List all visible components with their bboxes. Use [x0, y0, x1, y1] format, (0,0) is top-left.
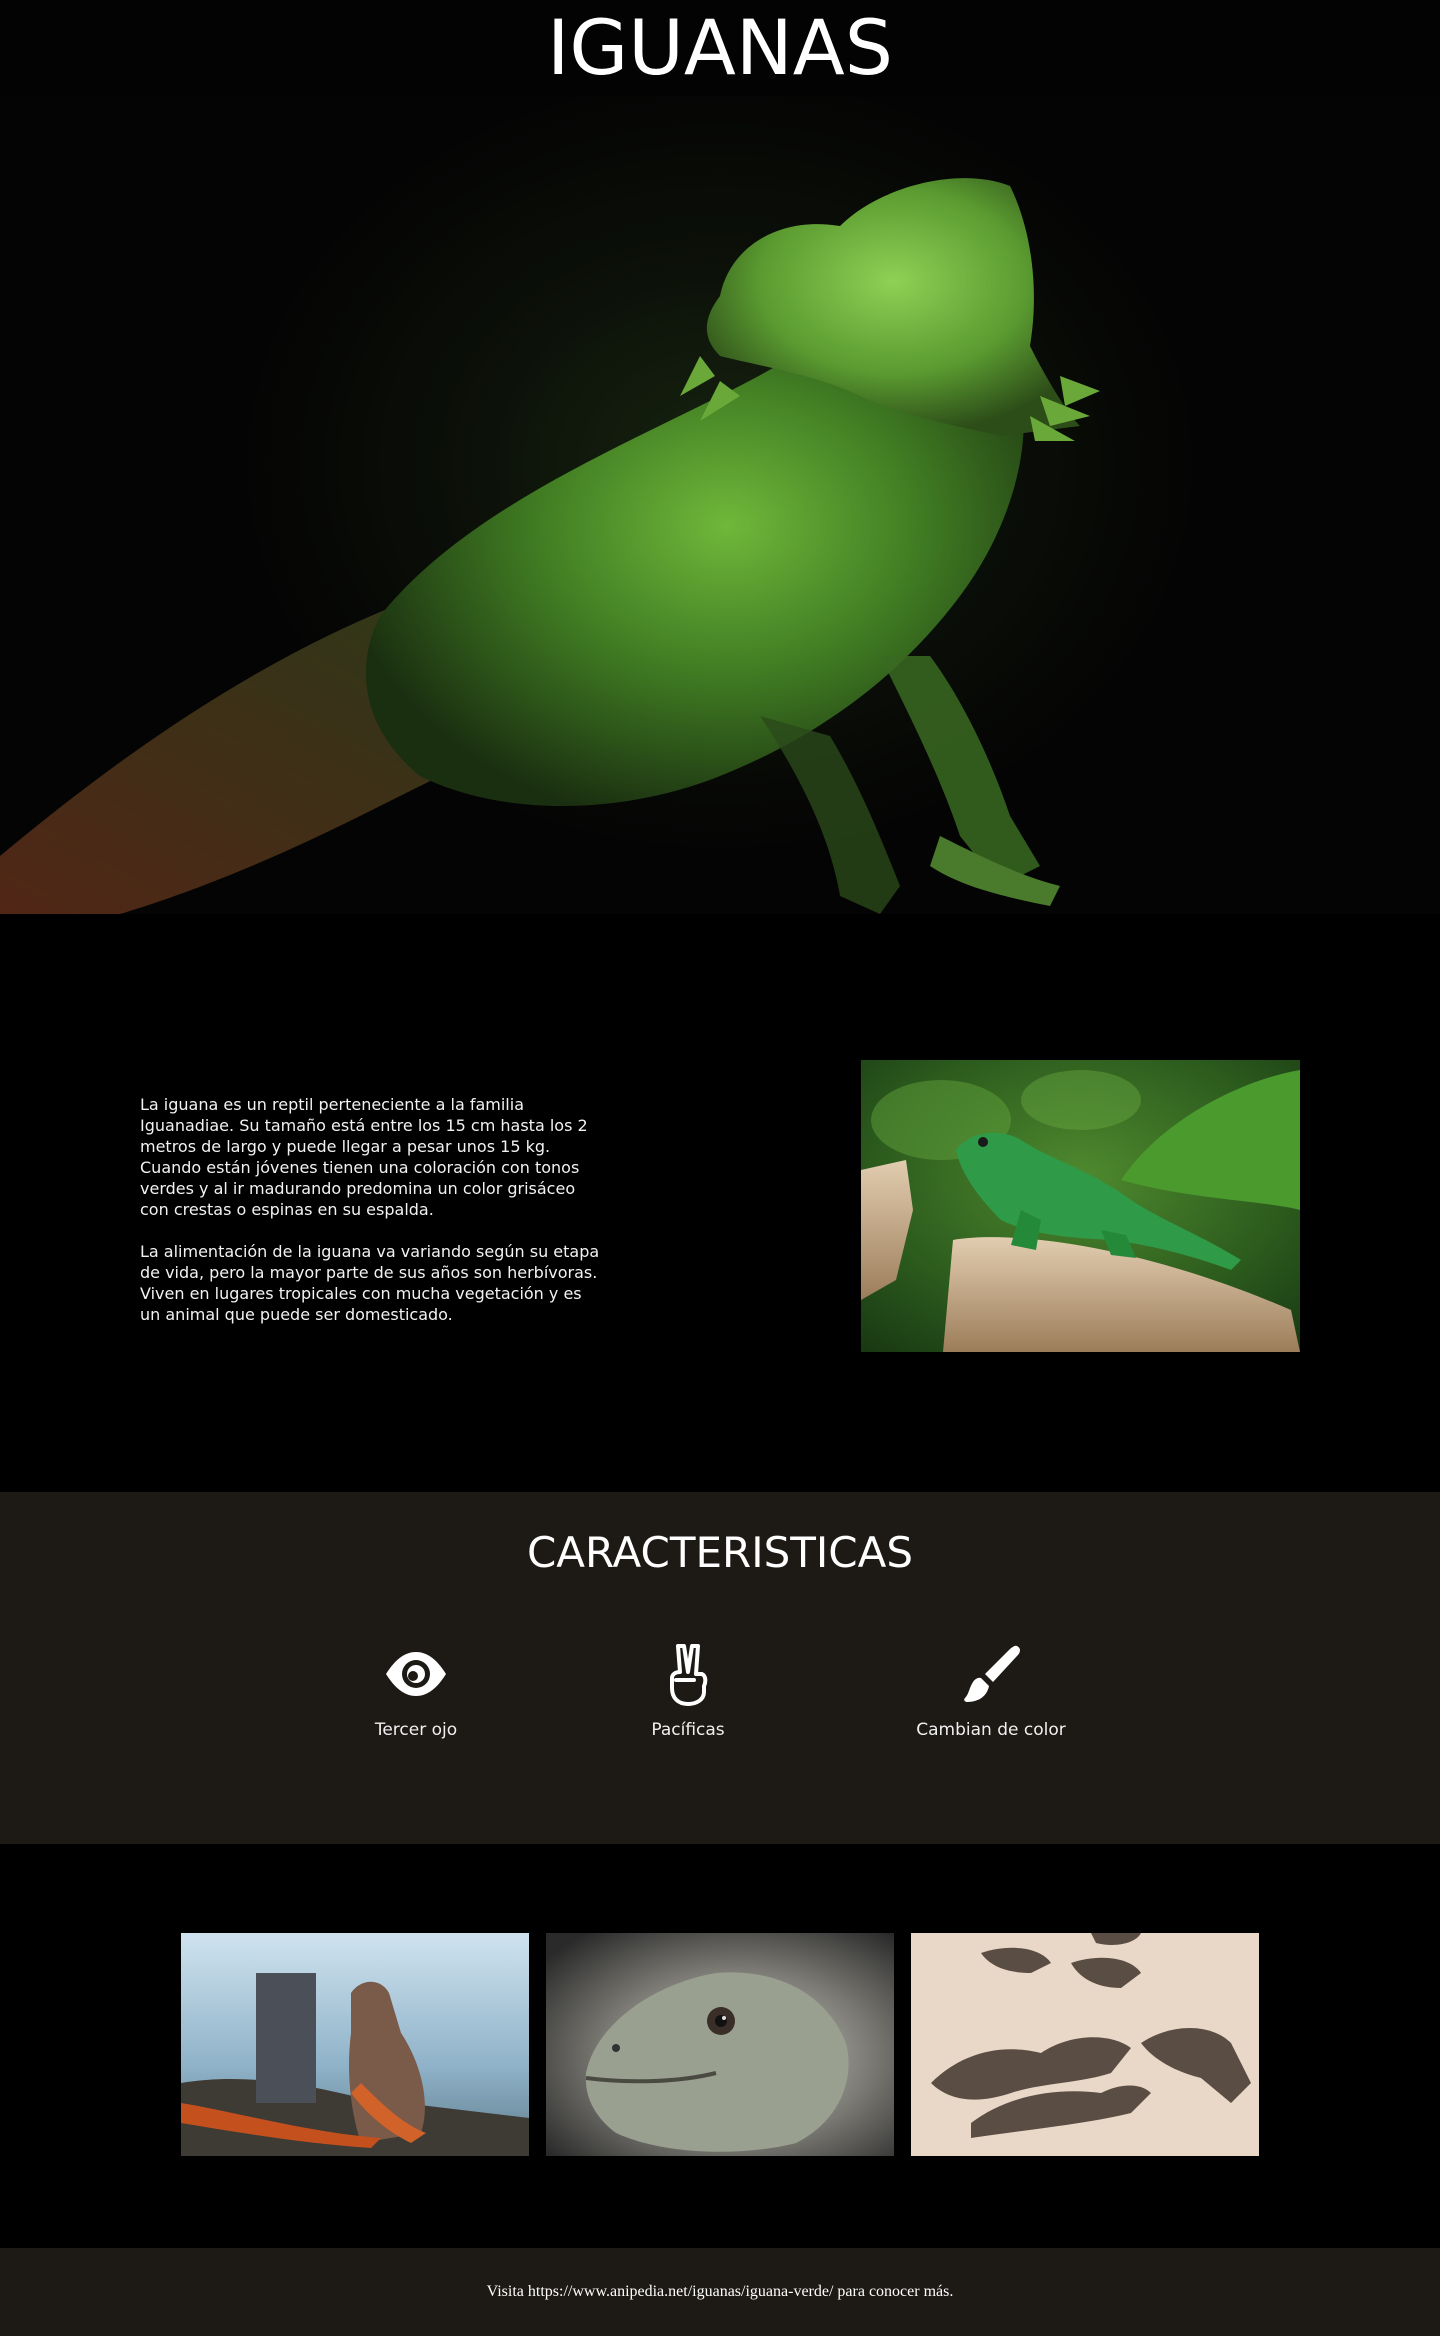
site-header: IGUANAS — [0, 0, 1440, 96]
paint-brush-icon — [959, 1642, 1023, 1706]
features-title: CARACTERISTICAS — [526, 1528, 914, 1577]
feature-item-color-change: Cambian de color — [871, 1642, 1111, 1740]
feature-item-peaceful: Pacíficas — [568, 1642, 808, 1740]
iguana-stump-image — [861, 1060, 1300, 1352]
feature-label: Tercer ojo — [374, 1720, 458, 1740]
site-title: IGUANAS — [546, 3, 893, 92]
feature-label: Cambian de color — [916, 1720, 1066, 1740]
footer-text: Visita https://www.anipedia.net/iguanas/… — [486, 2283, 954, 2300]
peace-hand-icon — [656, 1642, 720, 1706]
intro-paragraph: La alimentación de la iguana va variando… — [140, 1242, 600, 1324]
gallery-image-orange-iguana — [181, 1933, 529, 2156]
feature-item-third-eye: Tercer ojo — [296, 1642, 536, 1740]
intro-section: La iguana es un reptil perteneciente a l… — [0, 914, 1440, 1492]
hero-lizard-image — [0, 178, 1100, 914]
intro-text: La iguana es un reptil perteneciente a l… — [140, 1094, 600, 1325]
hero-banner — [0, 96, 1440, 914]
features-section: CARACTERISTICAS Tercer ojo Pacíficas Cam… — [0, 1492, 1440, 1844]
gallery-image-iguanas-sand — [911, 1933, 1259, 2156]
gallery-section — [0, 1844, 1440, 2248]
feature-label: Pacíficas — [651, 1720, 725, 1740]
intro-paragraph: La iguana es un reptil perteneciente a l… — [140, 1095, 588, 1219]
gallery-image-iguana-head — [546, 1933, 894, 2156]
eye-icon — [384, 1642, 448, 1706]
site-footer: Visita https://www.anipedia.net/iguanas/… — [0, 2248, 1440, 2336]
